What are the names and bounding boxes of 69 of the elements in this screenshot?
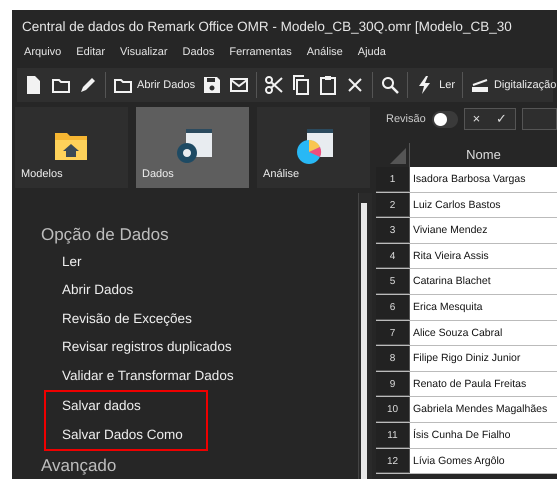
review-label: Revisão bbox=[386, 112, 426, 127]
mail-icon bbox=[229, 75, 250, 95]
save-button[interactable] bbox=[202, 75, 222, 95]
sidebar-item[interactable]: Salvar dados bbox=[46, 392, 141, 420]
row-number[interactable]: 5 bbox=[376, 269, 410, 294]
reject-button[interactable]: × bbox=[464, 109, 488, 129]
sidebar-item[interactable]: Salvar Dados Como bbox=[46, 420, 183, 449]
table-cell: Ísis Cunha De Fialho bbox=[410, 422, 557, 448]
copy-button[interactable] bbox=[291, 75, 312, 95]
mail-button[interactable] bbox=[229, 75, 250, 95]
sidebar-item[interactable]: Revisar registros duplicados bbox=[12, 333, 232, 362]
table-cell: Filipe Rigo Diniz Junior bbox=[410, 346, 557, 371]
menu-item[interactable]: Análise bbox=[306, 44, 343, 66]
row-number[interactable]: 11 bbox=[376, 422, 410, 448]
clipboard-icon bbox=[318, 75, 338, 95]
accept-button[interactable]: ✓ bbox=[488, 109, 516, 129]
save-icon bbox=[202, 75, 222, 95]
scissors-button[interactable] bbox=[264, 75, 284, 95]
nav-tile[interactable]: Análise bbox=[257, 107, 370, 188]
table-cell: Viviane Mendez bbox=[410, 218, 557, 243]
table-cell: Catarina Blachet bbox=[410, 269, 557, 294]
sidebar-item[interactable]: Validar e Transformar Dados bbox=[12, 362, 234, 390]
menu-item[interactable]: Visualizar bbox=[120, 44, 168, 66]
row-number[interactable]: 9 bbox=[376, 372, 410, 396]
table-cell: Renato de Paula Freitas bbox=[410, 372, 557, 396]
search-icon bbox=[380, 75, 400, 95]
row-number[interactable]: 7 bbox=[376, 320, 410, 346]
folder-button[interactable]: Abrir Dados bbox=[113, 75, 196, 95]
table-cell: Lívia Gomes Argôlo bbox=[410, 448, 557, 474]
lightning-button[interactable]: Ler bbox=[415, 75, 455, 95]
section-heading: Opção de Dados bbox=[41, 224, 170, 246]
scrollbar-thumb[interactable] bbox=[361, 203, 367, 479]
pie-chart-icon bbox=[295, 127, 335, 167]
search-button[interactable] bbox=[380, 75, 400, 95]
row-number[interactable]: 2 bbox=[376, 192, 410, 218]
table-cell: Rita Vieira Assis bbox=[410, 244, 557, 268]
row-number[interactable]: 12 bbox=[376, 448, 410, 474]
row-number[interactable]: 1 bbox=[376, 167, 410, 192]
scanner-button[interactable]: Digitalização bbox=[470, 75, 556, 95]
review-toggle[interactable] bbox=[432, 110, 458, 128]
menu-item[interactable]: Ajuda bbox=[358, 44, 386, 66]
menu-item[interactable]: Dados bbox=[182, 44, 214, 66]
window-title: Central de dados do Remark Office OMR - Modelo_CB_30Q.omr [Modelo_CB_30 bbox=[21, 18, 513, 36]
table-cell: Luiz Carlos Bastos bbox=[410, 192, 557, 218]
row-number[interactable]: 3 bbox=[376, 218, 410, 243]
clipboard-button[interactable] bbox=[318, 75, 338, 95]
pencil-icon bbox=[78, 75, 98, 95]
sidebar-item[interactable]: Abrir Dados bbox=[12, 276, 134, 304]
row-number[interactable]: 8 bbox=[376, 346, 410, 371]
table-cell: Alice Souza Cabral bbox=[410, 320, 557, 346]
menu-item[interactable]: Arquivo bbox=[24, 44, 62, 66]
row-number[interactable]: 4 bbox=[376, 244, 410, 268]
menu-item[interactable]: Ferramentas bbox=[229, 44, 292, 66]
table-cell: Gabriela Mendes Magalhães bbox=[410, 397, 557, 422]
row-number[interactable]: 10 bbox=[376, 397, 410, 422]
row-number[interactable]: 6 bbox=[376, 294, 410, 320]
column-header[interactable]: Nome bbox=[410, 143, 557, 167]
section-heading: Avançado bbox=[41, 455, 118, 477]
table-cell: Erica Mesquita bbox=[410, 294, 557, 320]
sidebar-item[interactable]: Ler bbox=[12, 248, 82, 276]
corner-triangle-icon bbox=[390, 148, 406, 164]
table-cell: Isadora Barbosa Vargas bbox=[410, 167, 557, 192]
pencil-button[interactable] bbox=[78, 75, 98, 95]
sidebar-item[interactable]: Revisão de Exceções bbox=[12, 304, 192, 333]
menu-item[interactable]: Editar bbox=[76, 44, 106, 66]
nav-tile[interactable]: Modelos bbox=[15, 107, 128, 188]
copy-icon bbox=[291, 75, 312, 95]
nav-tile[interactable]: Dados bbox=[136, 107, 249, 188]
scissors-icon bbox=[264, 75, 284, 95]
